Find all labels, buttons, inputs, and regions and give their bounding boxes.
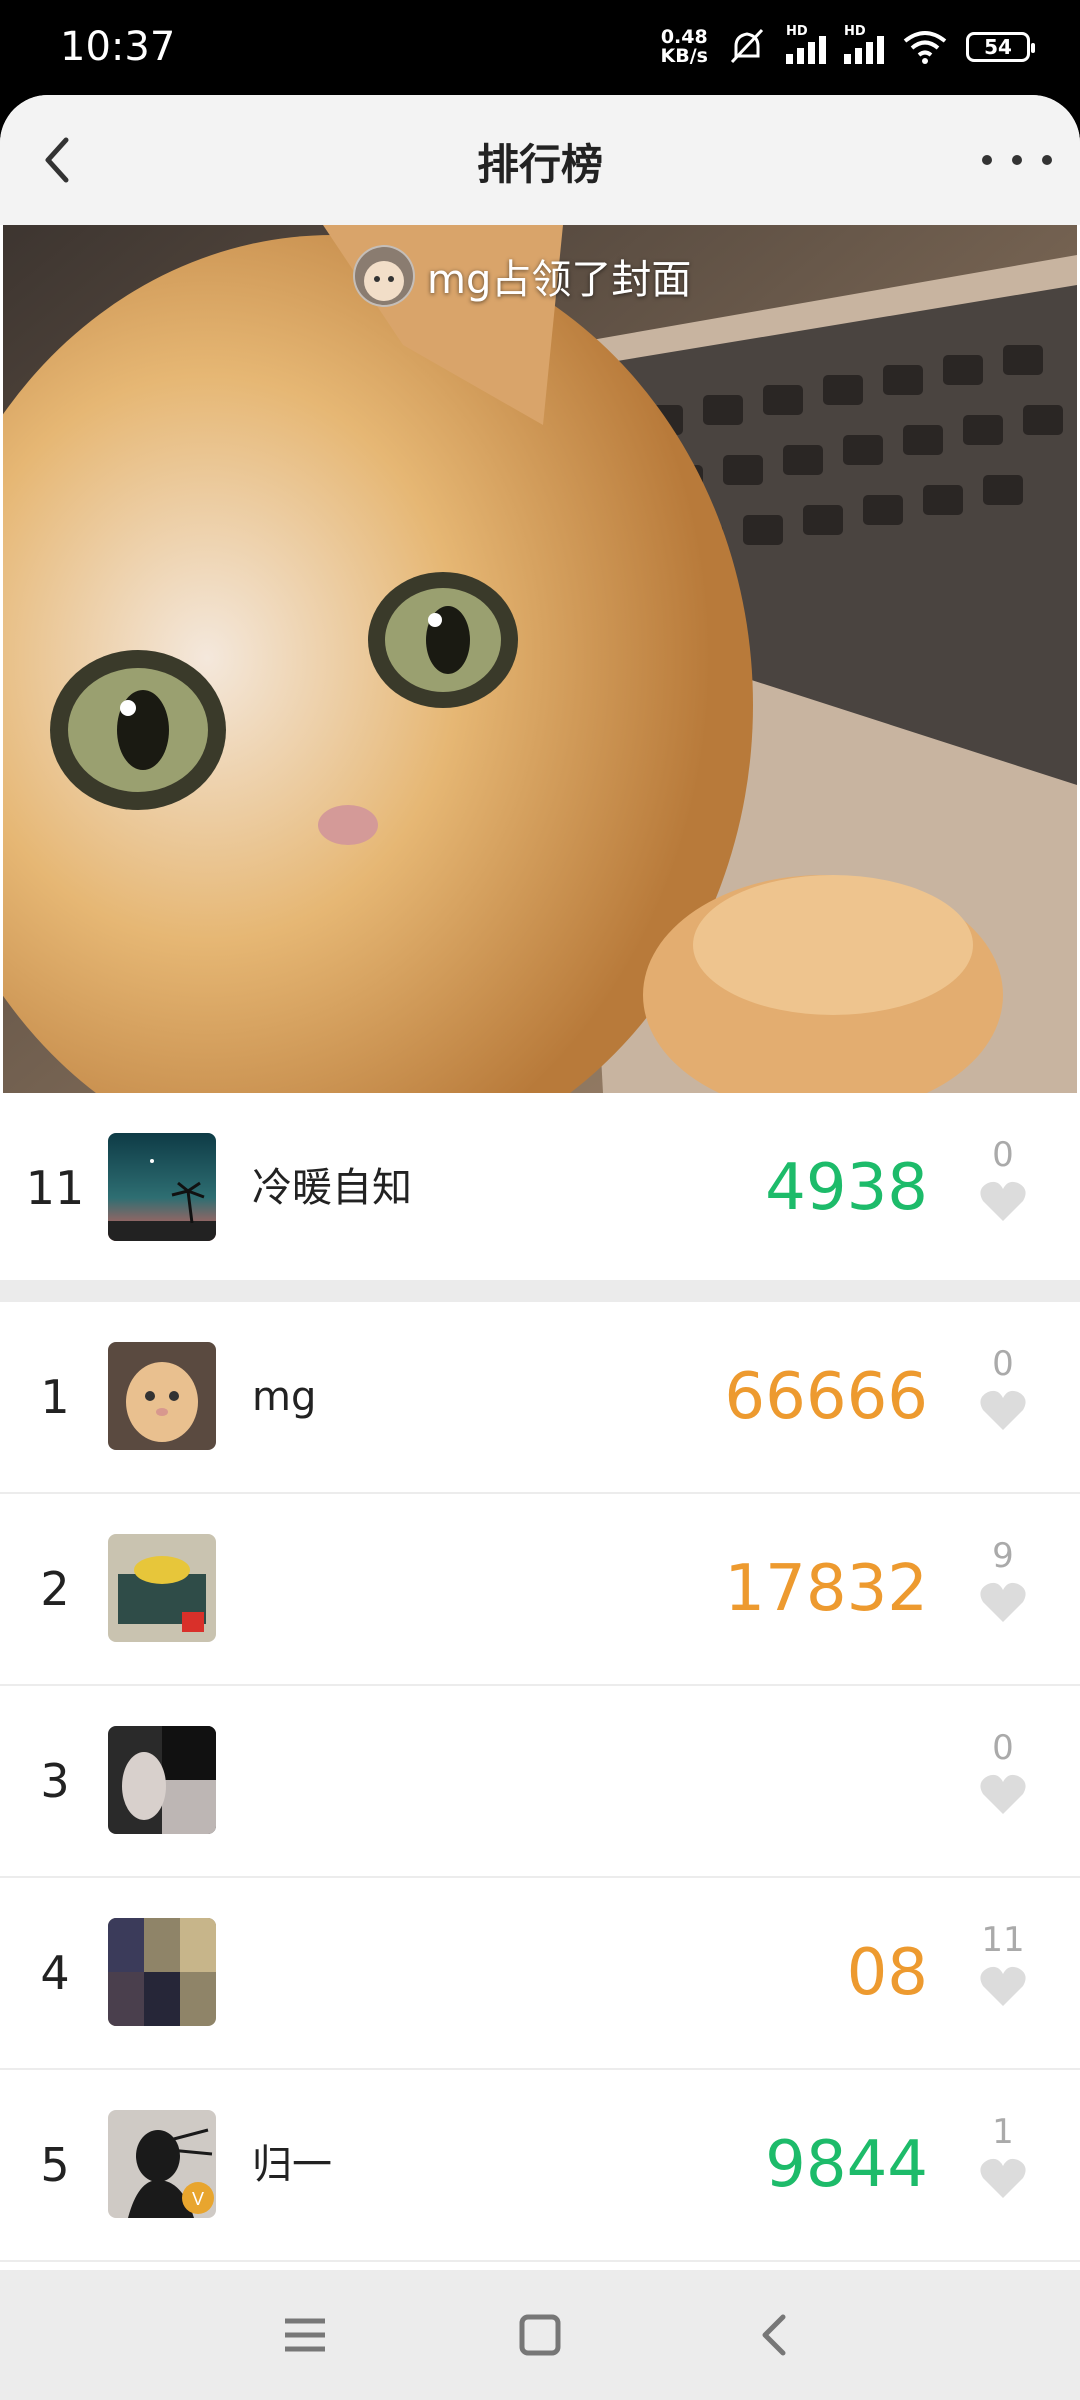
rank-row[interactable]: 3 0 [0,1686,1080,1876]
avatar [108,1918,216,2026]
heart-icon[interactable] [978,1580,1028,1624]
player-score: 9844 [765,2128,928,2202]
like-button[interactable]: 11 [968,1920,1038,2008]
player-name: 归一 [252,2142,332,2188]
cover-caption: mg占领了封面 [353,245,691,307]
menu-icon[interactable] [275,2305,335,2365]
rank-number: 5 [40,2138,70,2192]
cover-image[interactable]: mg占领了封面 [3,225,1077,1093]
like-count: 0 [992,1728,1014,1768]
heart-icon[interactable] [978,1964,1028,2008]
heart-icon[interactable] [978,1388,1028,1432]
status-bar: 10:37 0.48 KB/s HD HD 54 [0,0,1080,95]
row-divider [0,2260,1080,2262]
player-score: 17832 [724,1552,928,1626]
avatar [108,1534,216,1642]
signal-icon: HD [844,24,884,64]
avatar: V [108,2110,216,2218]
rank-number: 1 [40,1370,70,1424]
section-divider [0,1280,1080,1302]
like-count: 0 [992,1344,1014,1384]
signal-icon: HD [786,24,826,64]
page-title: 排行榜 [476,140,603,189]
status-time: 10:37 [60,24,176,70]
player-name: mg [252,1374,317,1420]
net-speed: 0.48 KB/s [661,28,708,66]
status-icons: 0.48 KB/s HD HD 54 [661,22,1035,72]
system-nav-bar [0,2270,1080,2400]
svg-text:V: V [192,2189,204,2209]
heart-icon[interactable] [978,1179,1028,1223]
like-button[interactable]: 0 [968,1728,1038,1816]
like-count: 0 [992,1135,1014,1175]
cover-avatar [353,245,415,307]
avatar [108,1726,216,1834]
like-button[interactable]: 0 [968,1135,1038,1223]
like-count: 11 [981,1920,1025,1960]
rank-number: 11 [25,1161,85,1215]
net-speed-unit: KB/s [660,45,708,67]
topbar: 排行榜 [0,95,1080,225]
hd-label: HD [844,24,866,39]
avatar [108,1342,216,1450]
rank-number: 2 [40,1562,70,1616]
avatar [108,1133,216,1241]
battery-icon: 54 [966,32,1035,62]
rank-row[interactable]: 5 V 归一 9844 1 [0,2070,1080,2260]
rank-row[interactable]: 2 17832 9 [0,1494,1080,1684]
rank-number: 3 [40,1754,70,1808]
player-score: 08 [846,1936,928,2010]
screen: 排行榜 mg占领了封面 11 冷暖自知 4938 0 1 mg 66666 0 … [0,95,1080,2400]
rank-row[interactable]: 4 08 11 [0,1878,1080,2068]
like-count: 9 [992,1536,1014,1576]
home-square-icon[interactable] [510,2305,570,2365]
like-button[interactable]: 1 [968,2112,1038,2200]
rank-number: 4 [40,1946,70,2000]
player-score: 4938 [765,1151,928,1225]
wifi-icon [903,31,947,64]
my-rank-row[interactable]: 11 冷暖自知 4938 0 [0,1093,1080,1283]
rank-row[interactable]: 1 mg 66666 0 [0,1302,1080,1492]
hd-label: HD [786,24,808,39]
player-name: 冷暖自知 [252,1165,412,1211]
cover-caption-text: mg占领了封面 [427,257,692,303]
like-button[interactable]: 9 [968,1536,1038,1624]
more-dots-icon[interactable] [982,140,1052,180]
player-score: 66666 [724,1360,928,1434]
back-triangle-icon[interactable] [745,2305,805,2365]
mute-bell-icon [730,28,764,64]
like-button[interactable]: 0 [968,1344,1038,1432]
heart-icon[interactable] [978,1772,1028,1816]
cover-illustration [3,225,1077,1093]
like-count: 1 [992,2112,1014,2152]
heart-icon[interactable] [978,2156,1028,2200]
